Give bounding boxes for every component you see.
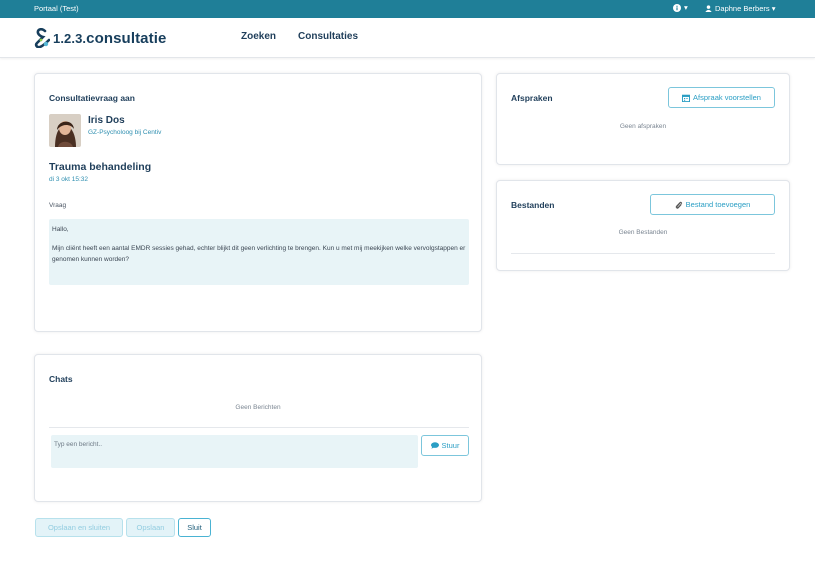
close-label: Sluit [187,523,202,532]
consultation-card: Consultatievraag aan Iris Dos GZ-Psychol… [34,73,482,332]
add-file-button[interactable]: Bestand toevoegen [650,194,775,215]
save-button[interactable]: Opslaan [126,518,175,537]
avatar [49,114,81,147]
save-and-close-label: Opslaan en sluiten [47,523,111,532]
files-title: Bestanden [511,200,555,210]
consultation-subject: Trauma behandeling [49,161,152,173]
nav-zoeken[interactable]: Zoeken [241,31,276,42]
person-name[interactable]: Iris Dos [88,115,125,126]
nav-consultaties[interactable]: Consultaties [298,31,358,42]
files-card: Bestanden Bestand toevoegen Geen Bestand… [496,180,790,271]
chat-message-input[interactable]: Typ een bericht.. [51,435,418,468]
logo[interactable]: 1.2.3.consultatie [34,26,166,50]
info-icon [673,3,681,12]
chevron-down-icon: ▾ [684,3,688,12]
person-role: GZ-Psycholoog bij Centiv [88,129,162,136]
propose-appointment-button[interactable]: Afspraak voorstellen [668,87,775,108]
propose-appointment-label: Afspraak voorstellen [693,93,761,102]
paperclip-icon [675,201,682,209]
question-body: Mijn cliënt heeft een aantal EMDR sessie… [52,245,466,263]
calendar-icon [682,94,691,102]
close-button[interactable]: Sluit [178,518,211,537]
send-button[interactable]: Stuur [421,435,469,456]
chats-empty-text: Geen Berichten [235,404,281,411]
divider [511,253,775,254]
user-icon [705,5,712,12]
files-empty-text: Geen Bestanden [618,229,668,236]
chat-input-placeholder: Typ een bericht.. [54,441,103,448]
appointments-title: Afspraken [511,93,553,103]
consultation-title: Consultatievraag aan [49,93,135,103]
send-label: Stuur [441,441,460,450]
chats-card: Chats Geen Berichten Typ een bericht.. S… [34,354,482,502]
chats-title: Chats [49,374,73,384]
portal-label: Portaal (Test) [34,4,79,13]
main-navbar: 1.2.3.consultatie Zoeken Consultaties [0,18,815,58]
ampersand-logo-icon [34,27,51,49]
save-and-close-button[interactable]: Opslaan en sluiten [35,518,123,537]
appointments-empty-text: Geen afspraken [619,123,667,130]
question-label: Vraag [49,202,67,209]
add-file-label: Bestand toevoegen [685,200,751,209]
chat-bubble-icon [430,442,439,449]
logo-text: 1.2.3.consultatie [53,29,167,47]
top-bar: Portaal (Test) ▾ Daphne Berbers ▾ [0,0,815,18]
question-box: Hallo, Mijn cliënt heeft een aantal EMDR… [49,219,469,285]
consultation-date: di 3 okt 15:32 [49,176,89,183]
save-label: Opslaan [136,523,165,532]
appointments-card: Afspraken Afspraak voorstellen Geen afsp… [496,73,790,165]
info-menu[interactable]: ▾ [673,3,688,12]
user-menu[interactable]: Daphne Berbers ▾ [705,4,775,13]
user-name: Daphne Berbers ▾ [715,4,776,13]
question-greeting: Hallo, [52,226,69,233]
divider [49,427,469,428]
